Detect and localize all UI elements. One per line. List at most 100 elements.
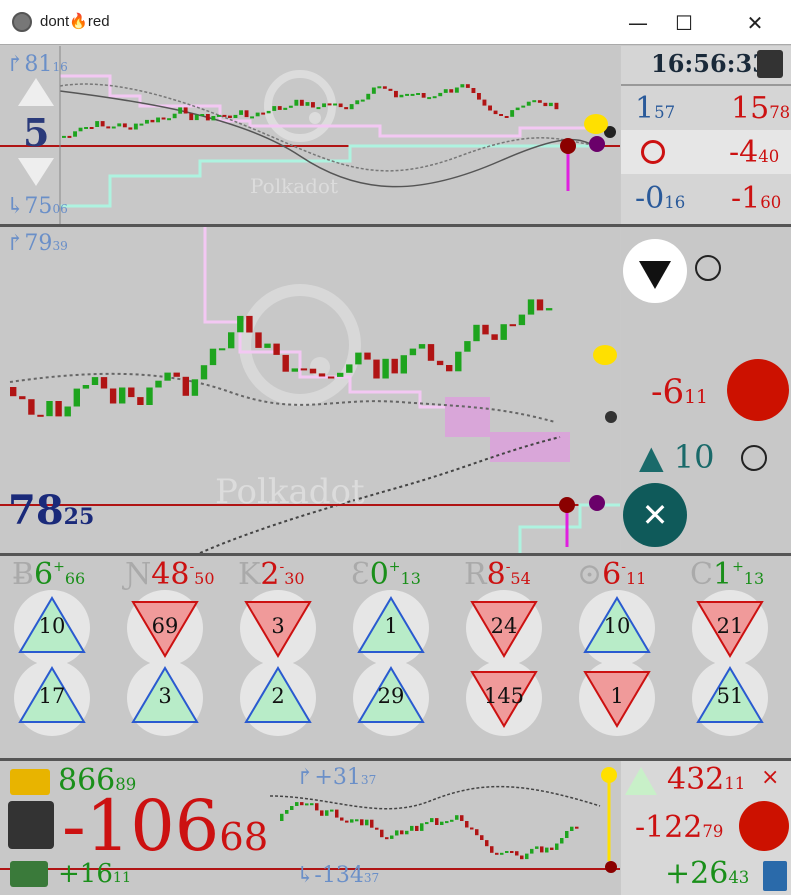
book-icon[interactable]: [763, 861, 787, 891]
candle: [95, 121, 100, 127]
change-value: -611: [651, 372, 708, 412]
candle: [543, 102, 548, 107]
ticker-gauge: 29: [353, 660, 429, 736]
candle: [288, 105, 293, 108]
candle: [156, 117, 160, 123]
ticker-card[interactable]: S52-18145: [464, 656, 577, 758]
top-high-label: ↱8116: [6, 52, 68, 77]
candle: [228, 115, 232, 118]
candle: [380, 829, 384, 838]
candle: [499, 114, 503, 116]
candle: [371, 87, 376, 94]
ticker-card[interactable]: ⬡4+293: [125, 656, 238, 758]
ticker-count: 21: [716, 614, 744, 638]
ticker-label: R8-54: [464, 557, 531, 592]
candle: [545, 308, 553, 311]
ticker-card[interactable]: M0+332: [238, 656, 351, 758]
candle: [480, 835, 484, 840]
sell-button[interactable]: [623, 239, 687, 303]
ticker-gauge: 3: [240, 590, 316, 666]
candle: [410, 825, 414, 831]
candle: [89, 127, 94, 129]
ticker-card[interactable]: Å10-2751: [690, 656, 791, 758]
candle: [295, 802, 299, 806]
candle: [435, 818, 439, 825]
candle: [310, 803, 314, 806]
close-position-button[interactable]: ✕: [623, 483, 687, 547]
ticker-count: 10: [38, 614, 66, 638]
save-icon[interactable]: [757, 50, 783, 78]
candle: [119, 387, 126, 404]
ticker-gauge: 24: [466, 590, 542, 666]
candle: [172, 113, 177, 119]
ticker-card[interactable]: Ł1-8729: [351, 656, 464, 758]
candle: [394, 90, 398, 98]
ticker-card[interactable]: U0-061: [577, 656, 690, 758]
candle: [355, 100, 360, 105]
candle: [416, 93, 420, 95]
candle: [432, 96, 437, 99]
candle: [471, 88, 476, 93]
top-watermark: Polkadot: [250, 174, 339, 198]
candle: [409, 348, 417, 356]
candle: [155, 380, 162, 388]
candle: [320, 810, 324, 816]
candle: [360, 819, 364, 826]
maximize-button[interactable]: ☐: [664, 8, 704, 38]
ticker-gauge: 69: [127, 590, 203, 666]
ticker-gauge: 145: [466, 660, 542, 736]
ticker-gauge: 3: [127, 660, 203, 736]
candle: [10, 387, 17, 397]
candle: [318, 373, 326, 377]
title-bar: dont🔥red — ☐ ✕: [0, 0, 791, 45]
step-down-button[interactable]: [18, 158, 54, 186]
candle: [67, 135, 72, 138]
candle: [510, 851, 514, 853]
candle: [273, 343, 280, 355]
step-up-button[interactable]: [18, 78, 54, 106]
candle: [250, 116, 254, 119]
candle: [526, 101, 531, 106]
ticker-count: 3: [158, 684, 172, 708]
ticker-label: Ɲ48-50: [125, 557, 215, 592]
portfolio-chart[interactable]: 86689 -10668 +1611 ↱+3137 ↳-13437: [0, 761, 620, 895]
save-icon[interactable]: [8, 801, 54, 849]
fire-icon: [739, 801, 789, 851]
ticker-label: C1+13: [690, 557, 765, 592]
cash-value: +1611: [58, 859, 132, 889]
portfolio-candles: [280, 802, 579, 860]
pnl-value: -10668: [62, 785, 269, 867]
candle: [415, 825, 419, 831]
main-chart[interactable]: ↱7939 7825 Polkadot: [0, 227, 620, 553]
candle: [470, 827, 474, 830]
candle: [430, 818, 434, 823]
candle: [28, 399, 35, 415]
candle: [200, 114, 205, 116]
dismiss-button[interactable]: ×: [761, 767, 779, 789]
candle: [500, 852, 504, 855]
candle: [560, 838, 564, 844]
candle: [261, 112, 266, 115]
candle: [440, 821, 444, 825]
candle: [532, 100, 537, 103]
main-high-label: ↱7939: [6, 231, 68, 256]
minimize-button[interactable]: —: [618, 8, 658, 38]
candle: [194, 114, 199, 121]
current-price: 7825: [8, 487, 95, 534]
candle: [272, 106, 277, 111]
candle: [455, 351, 462, 372]
candle: [525, 853, 529, 860]
candle: [382, 86, 387, 89]
candle: [518, 314, 526, 326]
portfolio-high-label: ↱+3137: [296, 765, 377, 790]
ticker-count: 10: [603, 614, 631, 638]
top-chart[interactable]: ↱8116 ↳7506 5 Polkadot: [0, 46, 620, 224]
ticker-card[interactable]: Ξ5-5017: [12, 656, 125, 758]
stat-3: -440: [729, 135, 780, 170]
candle: [420, 823, 424, 831]
candle: [82, 385, 90, 389]
candle: [309, 368, 317, 374]
close-button[interactable]: ✕: [735, 8, 775, 38]
candle: [373, 359, 380, 379]
target-icon: [641, 140, 665, 164]
